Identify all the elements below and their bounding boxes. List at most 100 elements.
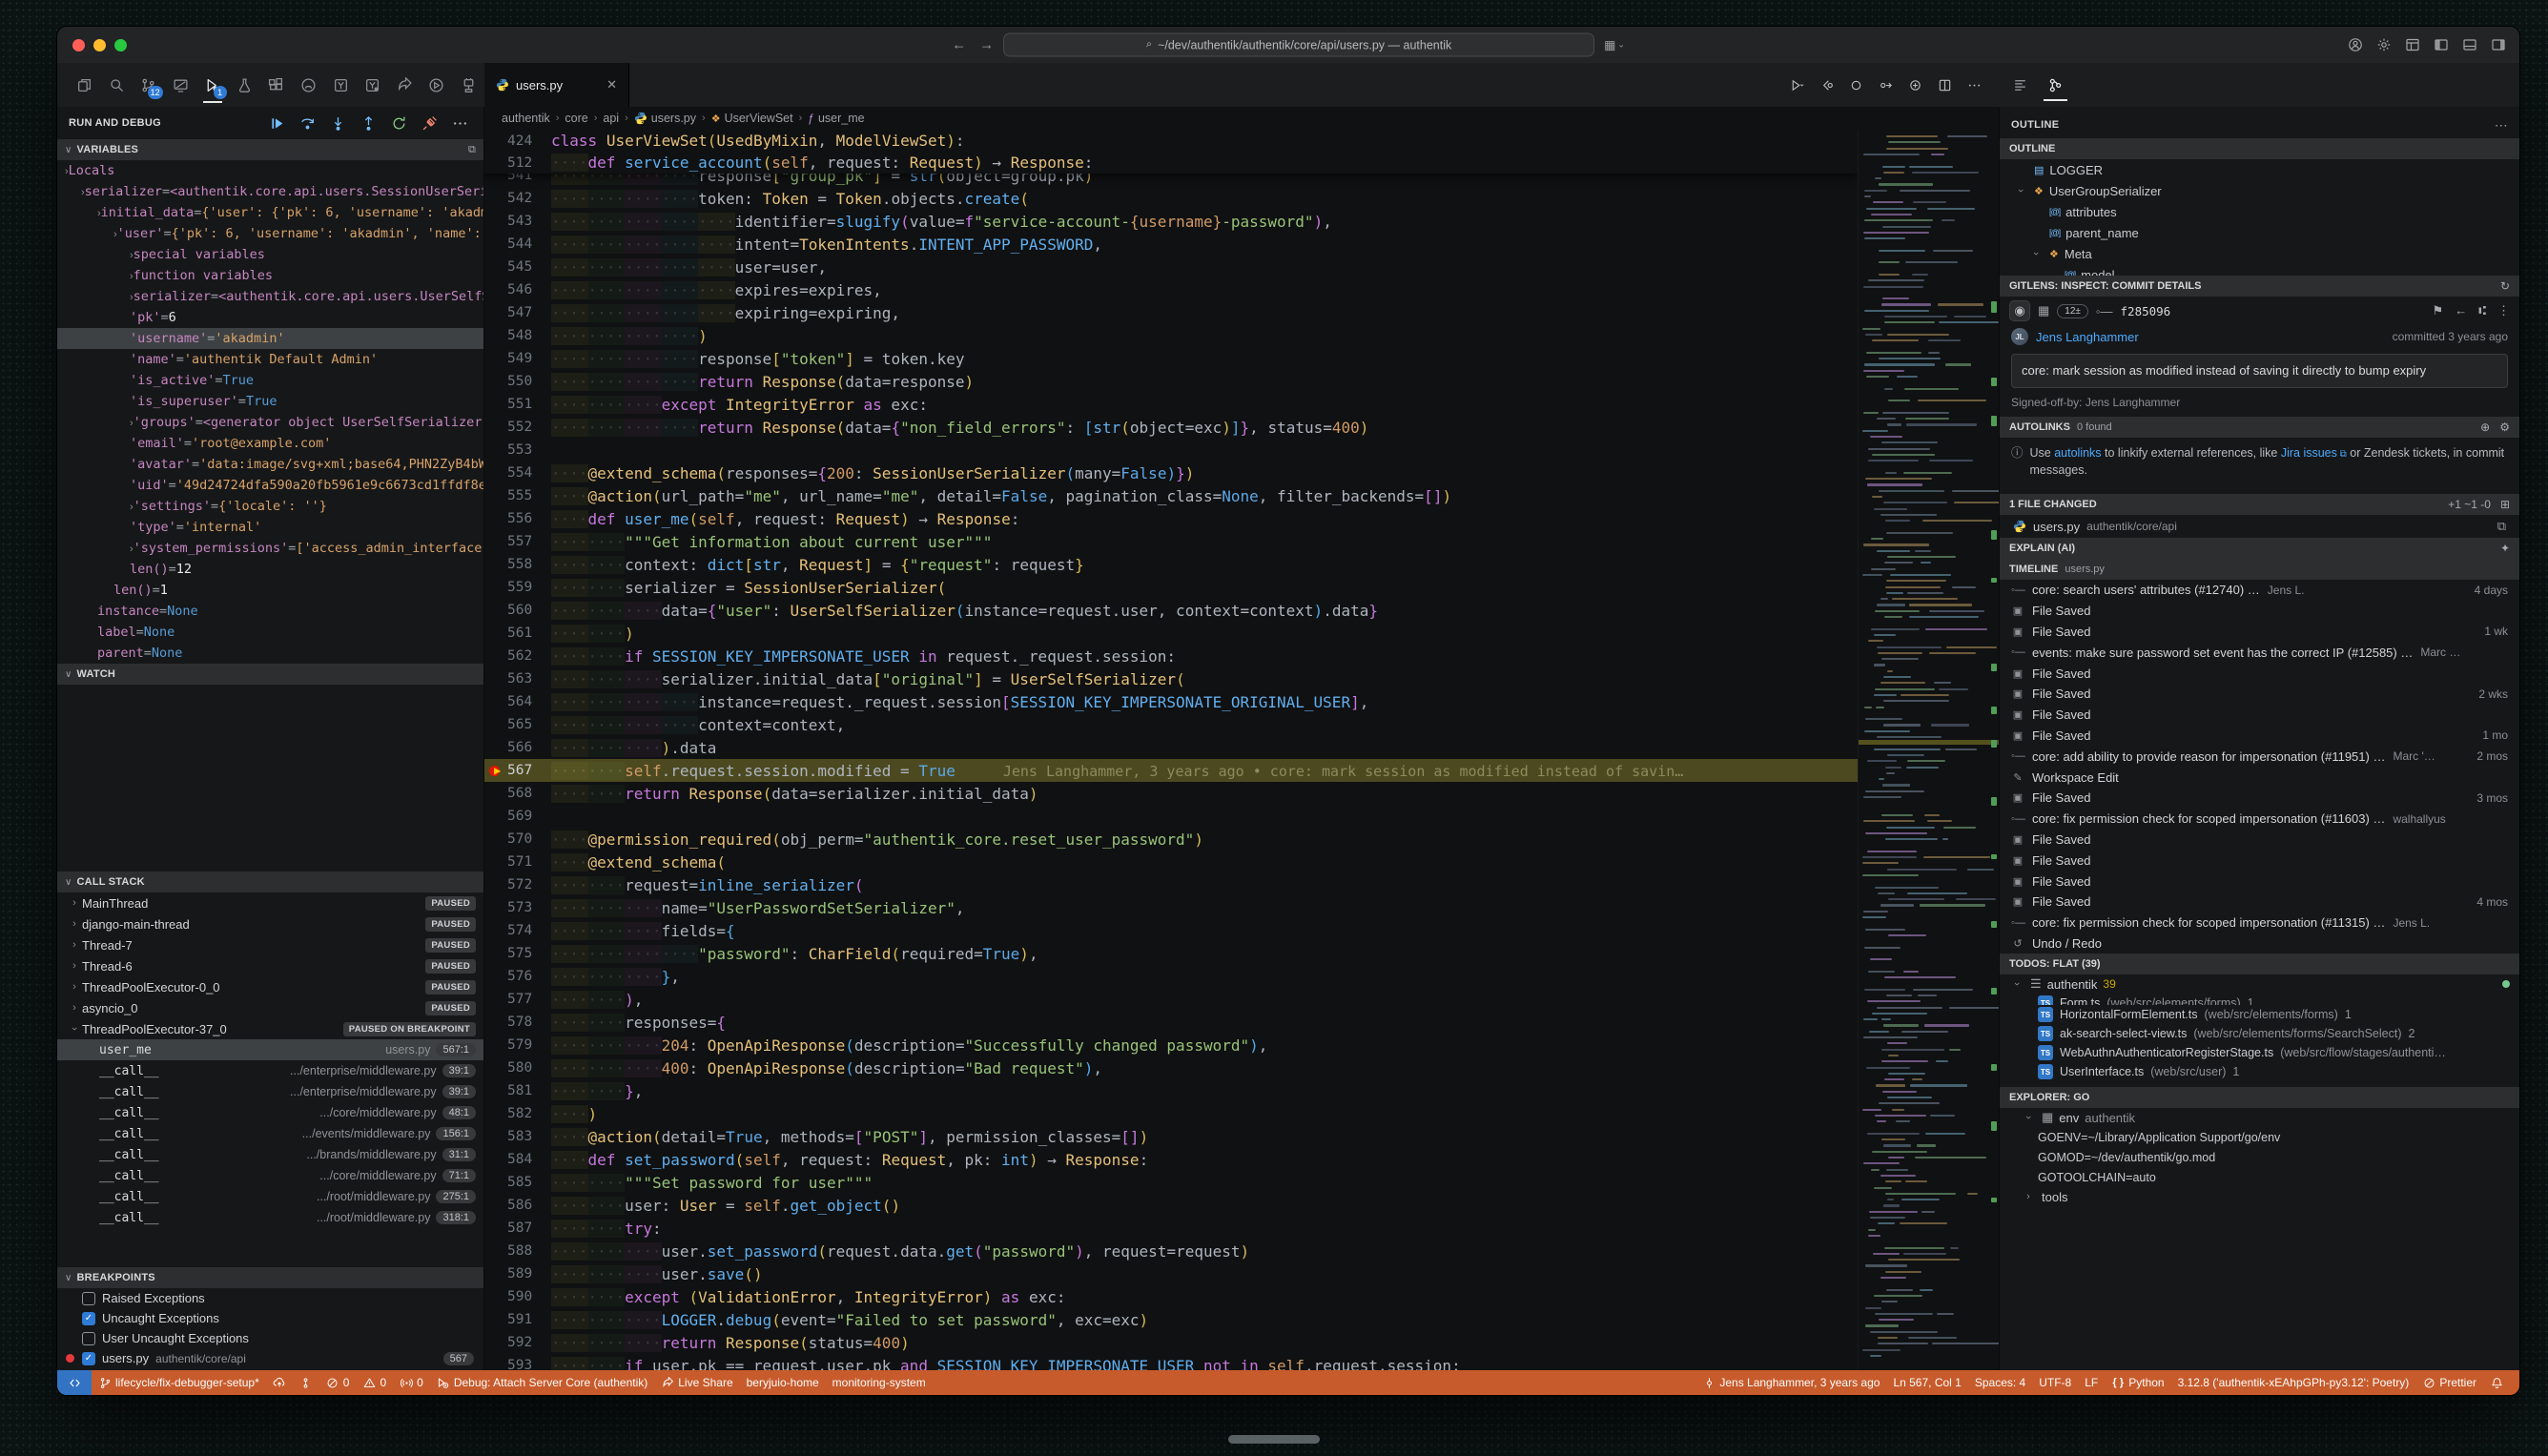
breakpoints-section-header[interactable]: ∨ BREAKPOINTS	[57, 1267, 483, 1288]
tree-twistie[interactable]: ›	[67, 1002, 82, 1014]
code-line-549[interactable]: 549················response["token"] = t…	[484, 347, 1858, 370]
back-icon[interactable]: ←	[2455, 303, 2467, 318]
status-item-spaces-4[interactable]: Spaces: 4	[1968, 1376, 2032, 1389]
stack-frame-row[interactable]: __call__ .../events/middleware.py 156:1	[57, 1123, 483, 1144]
variable-row[interactable]: ›Locals	[57, 160, 483, 181]
variable-row[interactable]: 'avatar' = 'data:image/svg+xml;base64,PH…	[57, 454, 483, 475]
code-line-592[interactable]: 592············return Response(status=40…	[484, 1331, 1858, 1354]
code-line-573[interactable]: 573············name="UserPasswordSetSeri…	[484, 896, 1858, 919]
variable-row[interactable]: label = None	[57, 622, 483, 643]
variable-row[interactable]: parent = None	[57, 643, 483, 664]
code-line-559[interactable]: 559········serializer = SessionUserSeria…	[484, 576, 1858, 599]
split-editor-icon[interactable]	[1938, 78, 1952, 92]
status-item-lf[interactable]: LF	[2078, 1376, 2105, 1389]
open-file-icon[interactable]: ⧉	[2497, 519, 2506, 534]
run-chevron-icon[interactable]	[1790, 78, 1804, 92]
code-line-585[interactable]: 585········"""Set password for user"""	[484, 1171, 1858, 1194]
tree-twistie[interactable]: ›	[67, 918, 82, 930]
more-ellipsis-icon[interactable]	[1967, 78, 1982, 92]
autolinks-section-header[interactable]: AUTOLINKS 0 found ⊕ ⚙	[2000, 417, 2519, 438]
refresh-icon[interactable]: ↻	[2500, 279, 2510, 293]
variable-row[interactable]: 'type' = 'internal'	[57, 517, 483, 538]
thread-row[interactable]: › Thread-6 PAUSED	[57, 955, 483, 976]
breakpoint-row[interactable]: User Uncaught Exceptions	[57, 1328, 483, 1348]
code-line-551[interactable]: 551············except IntegrityError as …	[484, 393, 1858, 416]
stack-frame-row[interactable]: __call__ .../root/middleware.py 275:1	[57, 1186, 483, 1207]
command-center-search[interactable]: ⌕ ~/dev/authentik/authentik/core/api/use…	[1003, 33, 1594, 57]
breadcrumb-item[interactable]: api	[603, 112, 619, 125]
variable-row[interactable]: ›function variables	[57, 265, 483, 286]
variable-row[interactable]: 'username' = 'akadmin'	[57, 328, 483, 349]
go-env-item[interactable]: GOENV=~/Library/Application Support/go/e…	[2000, 1127, 2519, 1147]
toggle-sidebar-icon[interactable]	[2434, 37, 2449, 52]
changed-file-row[interactable]: users.py authentik/core/api ⧉	[2000, 515, 2519, 538]
code-line-512[interactable]: 512····def service_account(self, request…	[484, 152, 1858, 174]
code-line-572[interactable]: 572········request=inline_serializer(	[484, 873, 1858, 896]
more-icon[interactable]	[452, 115, 468, 132]
status-item-ln-567-col-1[interactable]: Ln 567, Col 1	[1886, 1376, 1967, 1389]
zoom-window-button[interactable]	[114, 39, 127, 51]
go-tools-row[interactable]: › tools	[2000, 1187, 2519, 1206]
code-line-547[interactable]: 547····················expiring=expiring…	[484, 301, 1858, 324]
variable-row[interactable]: ›special variables	[57, 244, 483, 265]
tree-twistie[interactable]: ›	[67, 960, 82, 972]
status-item-monitoring-system[interactable]: monitoring-system	[826, 1376, 933, 1389]
code-line-544[interactable]: 544····················intent=TokenInten…	[484, 233, 1858, 256]
timeline-item[interactable]: ▣ File Saved	[2000, 601, 2519, 622]
breakpoint-checkbox[interactable]	[82, 1292, 95, 1305]
code-line-580[interactable]: 580············400: OpenApiResponse(desc…	[484, 1056, 1858, 1079]
timeline-item[interactable]: ◦— core: search users' attributes (#1274…	[2000, 580, 2519, 601]
customize-layout-icon[interactable]	[2405, 37, 2420, 52]
tab-close-icon[interactable]: ✕	[606, 77, 617, 92]
timeline-item[interactable]: ▣ File Saved 3 mos	[2000, 788, 2519, 809]
restart-icon[interactable]	[391, 115, 407, 132]
tree-twistie[interactable]: ›	[69, 1021, 80, 1036]
variable-row[interactable]: len() = 1	[57, 580, 483, 601]
code-line-579[interactable]: 579············204: OpenApiResponse(desc…	[484, 1034, 1858, 1056]
status-item-lifecycle-fix-debugger-setup-[interactable]: lifecycle/fix-debugger-setup*	[92, 1376, 266, 1389]
timeline-item[interactable]: ▣ File Saved	[2000, 830, 2519, 851]
code-line-576[interactable]: 576············},	[484, 965, 1858, 988]
timeline-section-header[interactable]: TIMELINE users.py	[2000, 559, 2519, 580]
variable-row[interactable]: 'name' = 'authentik Default Admin'	[57, 349, 483, 370]
status-item-3-12-8-authentik-xeahpgph-py3-[interactable]: 3.12.8 ('authentik-xEAhpGPh-py3.12': Poe…	[2171, 1376, 2416, 1389]
watch-section-header[interactable]: ∨ WATCH	[57, 664, 483, 685]
code-line-553[interactable]: 553	[484, 439, 1858, 461]
timeline-item[interactable]: ▣ File Saved	[2000, 663, 2519, 684]
variables-section-header[interactable]: ∨ VARIABLES ⧉	[57, 139, 483, 160]
outline-tab[interactable]	[2012, 63, 2028, 107]
code-line-581[interactable]: 581········},	[484, 1079, 1858, 1102]
status-item-python[interactable]: { }Python	[2105, 1376, 2170, 1389]
todo-file-row[interactable]: TS ak-search-select-view.ts(web/src/elem…	[2000, 1024, 2519, 1043]
stack-frame-row[interactable]: __call__ .../root/middleware.py 318:1	[57, 1207, 483, 1228]
todos-root-row[interactable]: › ☰ authentik 39	[2000, 974, 2519, 994]
tab-users-py[interactable]: users.py ✕	[484, 63, 629, 107]
code-line-568[interactable]: 568········return Response(data=serializ…	[484, 782, 1858, 805]
status-item-live-share[interactable]: Live Share	[654, 1376, 739, 1389]
code-line-570[interactable]: 570····@permission_required(obj_perm="au…	[484, 828, 1858, 851]
thread-row[interactable]: › django-main-thread PAUSED	[57, 913, 483, 934]
timeline-item[interactable]: ✎ Workspace Edit	[2000, 767, 2519, 788]
breadcrumb-item[interactable]: ❖UserViewSet	[711, 112, 793, 125]
debug-alt-icon[interactable]	[1908, 78, 1922, 92]
timeline-item[interactable]: ◦— core: add ability to provide reason f…	[2000, 746, 2519, 767]
layout-dropdown[interactable]: ▦⌄	[1604, 37, 1625, 52]
status-item-0[interactable]: 0	[356, 1376, 393, 1389]
code-line-582[interactable]: 582····)	[484, 1102, 1858, 1125]
tree-twistie[interactable]: ›	[67, 939, 82, 951]
code-line-578[interactable]: 578········responses={	[484, 1011, 1858, 1034]
tree-twistie[interactable]: ›	[67, 981, 82, 993]
outline-item-attributes[interactable]: [@]attributes	[2000, 201, 2519, 222]
tree-twistie[interactable]: ›	[2015, 183, 2026, 198]
timeline-item[interactable]: ▣ File Saved	[2000, 871, 2519, 892]
timeline-item[interactable]: ▣ File Saved	[2000, 850, 2519, 871]
code-line-554[interactable]: 554····@extend_schema(responses={200: Se…	[484, 461, 1858, 484]
gitlens-tab[interactable]	[2047, 63, 2064, 107]
timeline-item[interactable]: ▣ File Saved 1 mo	[2000, 726, 2519, 747]
activity-source-control[interactable]: 12	[133, 63, 165, 107]
stack-frame-row[interactable]: __call__ .../core/middleware.py 71:1	[57, 1165, 483, 1186]
jira-issues-link[interactable]: Jira issues	[2281, 446, 2337, 460]
status-item-beryjuio-home[interactable]: beryjuio-home	[740, 1376, 826, 1389]
breakpoint-row[interactable]: ✓ users.py authentik/core/api 567	[57, 1348, 483, 1368]
tree-twistie[interactable]: ›	[67, 897, 82, 909]
